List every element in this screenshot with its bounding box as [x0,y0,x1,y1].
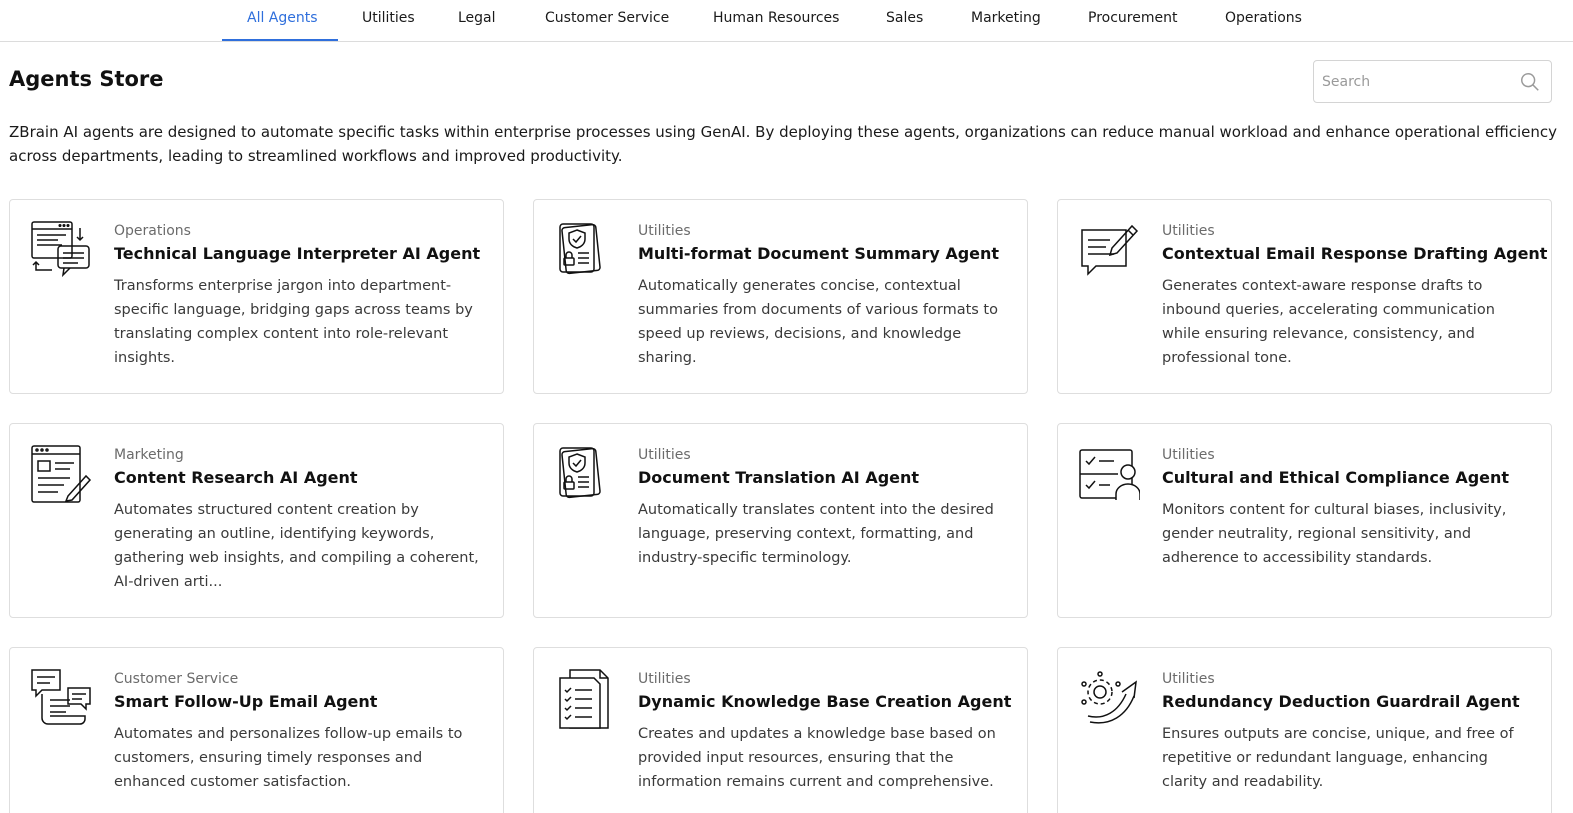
agent-title: Content Research AI Agent [114,468,358,487]
agent-description: Ensures outputs are concise, unique, and… [1162,726,1514,790]
agent-description: Creates and updates a knowledge base bas… [638,726,996,790]
tab-sales[interactable]: Sales [886,0,923,42]
tab-operations[interactable]: Operations [1225,0,1302,42]
agent-category: Operations [114,223,191,239]
agent-category: Utilities [1162,671,1215,687]
page-title: Agents Store [9,67,164,91]
tab-all-agents[interactable]: All Agents [247,0,318,42]
agent-description: Generates context-aware response drafts … [1162,278,1495,366]
intro-text: ZBrain AI agents are designed to automat… [9,123,1557,165]
agent-title: Cultural and Ethical Compliance Agent [1162,468,1510,487]
agent-category: Utilities [638,223,691,239]
browser-edit-icon [31,445,92,503]
tab-procurement[interactable]: Procurement [1088,0,1177,42]
search-icon[interactable] [1519,71,1541,93]
agent-title: Technical Language Interpreter AI Agent [114,244,481,263]
agent-category: Utilities [1162,223,1215,239]
agent-card[interactable]: Customer Service Smart Follow-Up Email A… [9,647,504,813]
tab-human-resources[interactable]: Human Resources [713,0,839,42]
agent-card[interactable]: Marketing Content Research AI Agent Auto… [9,423,504,618]
tab-marketing[interactable]: Marketing [971,0,1041,42]
message-edit-icon [1081,224,1139,276]
agent-category: Utilities [638,447,691,463]
agent-title: Redundancy Deduction Guardrail Agent [1162,692,1520,711]
agent-category: Customer Service [114,671,239,687]
agent-category: Utilities [1162,447,1215,463]
agent-card[interactable]: Utilities Cultural and Ethical Complianc… [1057,423,1552,618]
agent-title: Contextual Email Response Drafting Agent [1162,244,1548,263]
agent-card[interactable]: Operations Technical Language Interprete… [9,199,504,394]
agent-card[interactable]: Utilities Dynamic Knowledge Base Creatio… [533,647,1028,813]
agent-title: Smart Follow-Up Email Agent [114,692,378,711]
agent-card[interactable]: Utilities Document Translation AI Agent … [533,423,1028,618]
agent-category: Marketing [114,447,184,463]
agent-title: Multi-format Document Summary Agent [638,244,1000,263]
search-input[interactable] [1322,71,1512,93]
agent-card[interactable]: Utilities Redundancy Deduction Guardrail… [1057,647,1552,813]
document-chat-icon [31,221,90,278]
tab-legal[interactable]: Legal [458,0,496,42]
gear-arrow-icon [1081,671,1137,724]
agent-description: Monitors content for cultural biases, in… [1162,502,1507,566]
agent-category: Utilities [638,671,691,687]
shield-document-icon [559,447,601,499]
agent-title: Dynamic Knowledge Base Creation Agent [638,692,1012,711]
agent-card[interactable]: Utilities Multi-format Document Summary … [533,199,1028,394]
checklist-user-icon [1079,449,1140,500]
tab-utilities[interactable]: Utilities [362,0,415,42]
agent-description: Automates structured content creation by… [114,502,479,590]
category-tabs: All Agents Utilities Legal Customer Serv… [0,0,1573,42]
chat-scroll-icon [31,669,91,725]
agent-title: Document Translation AI Agent [638,468,920,487]
tab-customer-service[interactable]: Customer Service [545,0,669,42]
agent-description: Transforms enterprise jargon into depart… [114,278,473,366]
agent-description: Automatically translates content into th… [638,502,994,566]
agent-description: Automatically generates concise, context… [638,278,998,366]
agent-card[interactable]: Utilities Contextual Email Response Draf… [1057,199,1552,394]
search-box [1313,60,1552,103]
checklist-docs-icon [559,669,609,729]
active-tab-indicator [222,39,338,41]
shield-document-icon [559,223,601,275]
agent-description: Automates and personalizes follow-up ema… [114,726,463,790]
